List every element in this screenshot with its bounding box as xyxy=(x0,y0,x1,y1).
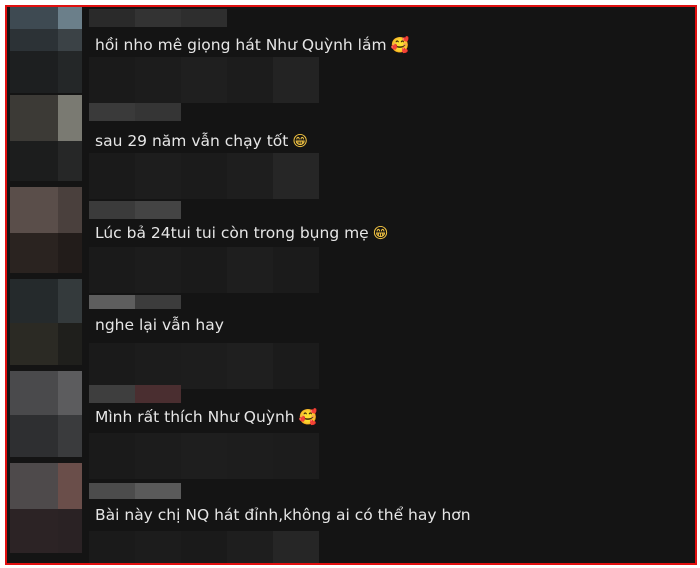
blurred-avatar[interactable] xyxy=(10,187,82,273)
blurred-avatar[interactable] xyxy=(10,95,82,181)
blurred-avatar[interactable] xyxy=(10,371,82,457)
blurred-username[interactable] xyxy=(89,9,227,27)
comment-text: hồi nho mê giọng hát Như Quỳnh lắm 🥰 xyxy=(95,36,410,54)
comment-item: Bài này chị NQ hát đỉnh,không ai có thể … xyxy=(7,463,695,563)
beaming-face-icon: 😁 xyxy=(292,132,308,150)
smiling-face-with-hearts-icon: 🥰 xyxy=(390,36,410,54)
comment-text: Bài này chị NQ hát đỉnh,không ai có thể … xyxy=(95,506,471,524)
blurred-username[interactable] xyxy=(89,295,181,309)
comment-item: Lúc bả 24tui tui còn trong bụng mẹ 😁 xyxy=(7,187,695,293)
comment-item: Mình rất thích Như Quỳnh 🥰 xyxy=(7,371,695,479)
blurred-username[interactable] xyxy=(89,385,181,403)
comment-item: hồi nho mê giọng hát Như Quỳnh lắm 🥰 xyxy=(7,7,695,103)
comment-text: sau 29 năm vẫn chạy tốt 😁 xyxy=(95,132,308,150)
blurred-avatar[interactable] xyxy=(10,463,82,553)
comment-item: sau 29 năm vẫn chạy tốt 😁 xyxy=(7,95,695,199)
blurred-comment-actions[interactable] xyxy=(89,531,319,563)
blurred-username[interactable] xyxy=(89,201,181,219)
comment-text: nghe lại vẫn hay xyxy=(95,316,224,334)
blurred-avatar[interactable] xyxy=(10,279,82,365)
smiling-face-with-hearts-icon: 🥰 xyxy=(298,408,318,426)
blurred-username[interactable] xyxy=(89,103,181,121)
comment-list-screenshot: hồi nho mê giọng hát Như Quỳnh lắm 🥰 sau … xyxy=(5,5,697,565)
blurred-avatar[interactable] xyxy=(10,7,82,93)
comment-text: Mình rất thích Như Quỳnh 🥰 xyxy=(95,408,318,426)
comment-item: nghe lại vẫn hay xyxy=(7,279,695,389)
comment-text: Lúc bả 24tui tui còn trong bụng mẹ 😁 xyxy=(95,224,389,242)
beaming-face-icon: 😁 xyxy=(372,224,389,242)
blurred-username[interactable] xyxy=(89,483,181,499)
